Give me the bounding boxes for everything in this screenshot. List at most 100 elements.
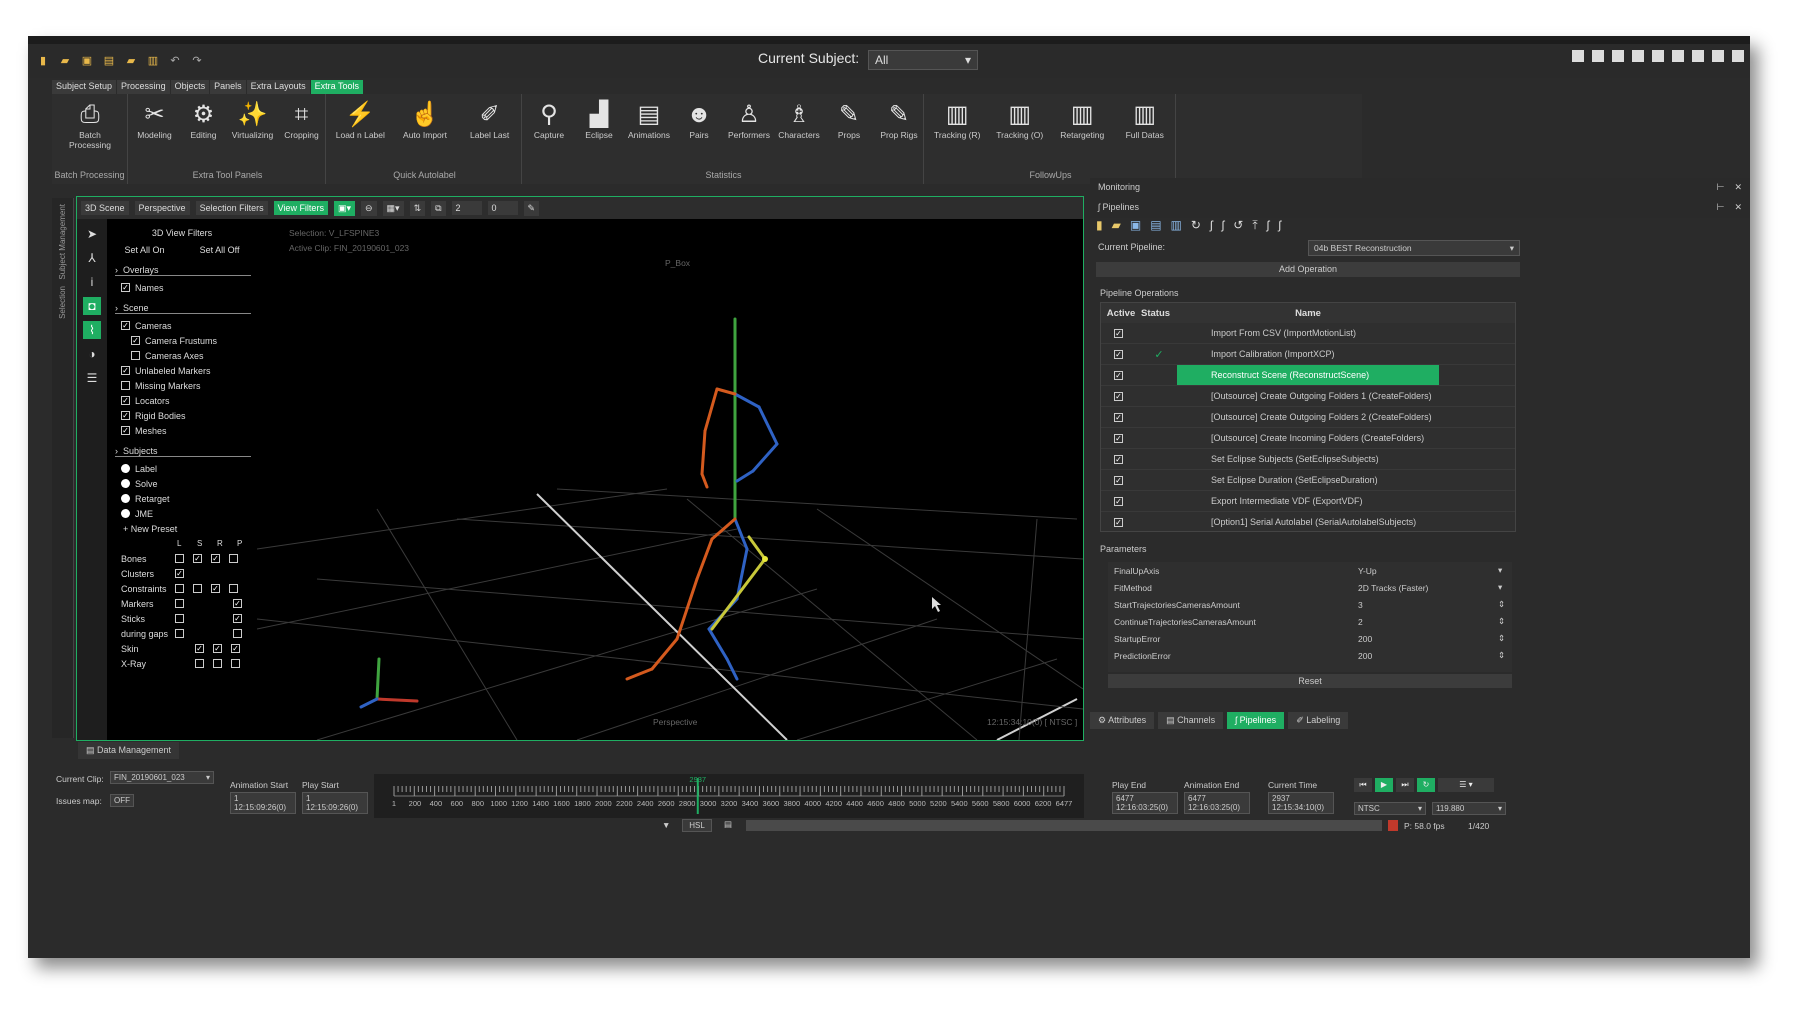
grid-checkbox-l[interactable] [175, 614, 184, 623]
props-button[interactable]: ✎ Props [824, 100, 874, 140]
operation-active-checkbox[interactable]: ✓ [1114, 496, 1123, 506]
view-mode-icon[interactable]: ◘ [83, 297, 101, 315]
save-icon[interactable]: ▣ [80, 54, 94, 68]
render-mode-icon[interactable]: ▣▾ [333, 200, 355, 216]
performers-button[interactable]: ♙ Performers [724, 100, 774, 140]
meshes-checkbox[interactable]: ✓ [121, 426, 130, 435]
retargeting-button[interactable]: ▥ Retargeting [1057, 100, 1107, 140]
grid-checkbox-p[interactable] [229, 554, 238, 563]
tab-extra-layouts[interactable]: Extra Layouts [246, 80, 310, 94]
close-icon[interactable]: ✕ [1734, 182, 1742, 193]
skeleton-subject[interactable] [359, 317, 779, 709]
viewport-3d[interactable]: 3D Scene Perspective Selection Filters V… [76, 196, 1084, 741]
radio-icon[interactable] [121, 464, 130, 473]
rigid-bodies-checkbox[interactable]: ✓ [121, 411, 130, 420]
parameter-value[interactable]: 3 [1358, 600, 1498, 610]
skip-back-icon[interactable]: ⏮ [1354, 778, 1372, 792]
layout-split-icon[interactable] [1652, 50, 1664, 62]
grid-checkbox-p[interactable]: ✓ [233, 614, 242, 623]
layout-quad-icon[interactable] [1592, 50, 1604, 62]
new-pipeline-icon[interactable]: ▮ [1096, 218, 1103, 238]
set-all-off-button[interactable]: Set All Off [200, 245, 240, 255]
scene-canvas[interactable] [257, 219, 1083, 740]
missing-markers-checkbox-row[interactable]: Missing Markers [107, 378, 257, 393]
value-field-2[interactable]: 0 [487, 201, 518, 215]
subject-management-tab[interactable]: Subject Management [58, 204, 67, 280]
virtualizing-button[interactable]: ✨ Virtualizing [228, 100, 278, 140]
open-folder-icon[interactable]: ▰ [58, 54, 72, 68]
current-time-field[interactable]: 2937 12:15:34:10(0) [1268, 792, 1334, 814]
names-checkbox[interactable]: ✓ [121, 283, 130, 292]
layout-custom-icon[interactable] [1712, 50, 1724, 62]
view-filters-button[interactable]: View Filters [273, 201, 328, 215]
parameter-row[interactable]: FitMethod 2D Tracks (Faster) ▾ [1108, 579, 1512, 596]
timecode-standard-select[interactable]: NTSC ▾ [1354, 802, 1426, 815]
selection-tab[interactable]: Selection [58, 286, 67, 319]
missing-markers-checkbox[interactable] [121, 381, 130, 390]
operation-row[interactable]: ✓ Import From CSV (ImportMotionList) [1101, 323, 1515, 344]
redo-icon[interactable]: ↷ [190, 54, 204, 68]
grid-checkbox-l[interactable] [175, 584, 184, 593]
grid-checkbox-s[interactable]: ✓ [195, 644, 204, 653]
tracking-o-button[interactable]: ▥ Tracking (O) [995, 100, 1045, 140]
timeline-ruler-graphic[interactable]: 1 200 400 600 800 1000 1200 1400 1600 1800 2000 220… [374, 774, 1084, 818]
meshes-checkbox-row[interactable]: ✓ Meshes [107, 423, 257, 438]
copy-icon[interactable]: ⧉ [431, 200, 446, 216]
cameras-checkbox[interactable]: ✓ [121, 321, 130, 330]
save-as-pipeline-icon[interactable]: ▤ [1150, 218, 1161, 238]
transform-icon[interactable]: ⅄ [83, 249, 101, 267]
selection-filters-button[interactable]: Selection Filters [195, 201, 268, 215]
locators-checkbox[interactable]: ✓ [121, 396, 130, 405]
operation-row[interactable]: ✓ Set Eclipse Subjects (SetEclipseSubject… [1101, 449, 1515, 470]
info-icon[interactable]: i [83, 273, 101, 291]
open-pipeline-icon[interactable]: ▰ [1112, 218, 1121, 238]
play-icon[interactable]: ▶ [1375, 778, 1393, 792]
parameter-row[interactable]: FinalUpAxis Y-Up ▾ [1108, 562, 1512, 579]
operation-active-checkbox[interactable]: ✓ [1114, 391, 1123, 401]
operation-row[interactable]: ✓ [Outsource] Create Outgoing Folders 2 (… [1101, 407, 1515, 428]
operation-row[interactable]: ✓ [Option1] Serial Autolabel (SerialAutol… [1101, 512, 1515, 531]
operation-active-checkbox[interactable]: ✓ [1114, 433, 1123, 443]
parameter-value[interactable]: 200 [1358, 651, 1498, 661]
operation-active-checkbox[interactable]: ✓ [1114, 328, 1123, 338]
close-icon[interactable]: ✕ [1734, 202, 1742, 213]
pin-icon[interactable]: ✎ [523, 200, 540, 216]
loop-icon[interactable]: ↻ [1417, 778, 1435, 792]
modeling-button[interactable]: ✂ Modeling [130, 100, 180, 140]
tracking-r-button[interactable]: ▥ Tracking (R) [932, 100, 982, 140]
camera-frustums-checkbox[interactable]: ✓ [131, 336, 140, 345]
camera-frustums-checkbox-row[interactable]: ✓ Camera Frustums [107, 333, 257, 348]
chevron-down-icon[interactable]: ▾ [1498, 565, 1502, 576]
current-pipeline-select[interactable]: 04b BEST Reconstruction ▾ [1308, 240, 1520, 256]
locators-checkbox-row[interactable]: ✓ Locators [107, 393, 257, 408]
skip-forward-icon[interactable]: ⏭ [1396, 778, 1414, 792]
run-to-icon[interactable]: ʃ [1278, 218, 1281, 238]
grid-checkbox-r[interactable] [213, 659, 222, 668]
tab-objects[interactable]: Objects [170, 80, 210, 94]
scene-type-select[interactable]: 3D Scene [81, 201, 129, 215]
data-management-tab[interactable]: ▤ Data Management [78, 742, 180, 759]
parameter-value[interactable]: 2 [1358, 617, 1498, 627]
grid-checkbox-l[interactable] [175, 629, 184, 638]
grid-checkbox-l[interactable] [175, 599, 184, 608]
radio-icon[interactable] [121, 509, 130, 518]
grid-checkbox-s[interactable]: ✓ [193, 554, 202, 563]
grid-checkbox-s[interactable] [193, 584, 202, 593]
list-icon[interactable]: ☰ [83, 369, 101, 387]
play-start-field[interactable]: 1 12:15:09:26(0) [302, 792, 368, 814]
parameter-row[interactable]: StartupError 200 ⇕ [1108, 630, 1512, 647]
rigid-bodies-checkbox-row[interactable]: ✓ Rigid Bodies [107, 408, 257, 423]
preset-retarget[interactable]: Retarget [107, 491, 257, 506]
refresh-icon[interactable]: ↻ [1191, 218, 1201, 238]
current-clip-select[interactable]: FIN_20190601_023 ▾ [110, 771, 214, 784]
animation-start-field[interactable]: 1 12:15:09:26(0) [230, 792, 296, 814]
names-checkbox-row[interactable]: ✓ Names [107, 280, 257, 295]
timeline-menu-icon[interactable]: ▼ [662, 820, 670, 830]
tab-pipelines[interactable]: ʃ Pipelines [1227, 712, 1285, 729]
operation-active-checkbox[interactable]: ✓ [1114, 517, 1123, 527]
value-field-1[interactable]: 2 [451, 201, 482, 215]
preset-label[interactable]: Label [107, 461, 257, 476]
export-pipeline-icon[interactable]: ▥ [1171, 218, 1182, 238]
save-pipeline-icon[interactable]: ▣ [1130, 218, 1141, 238]
operation-active-checkbox[interactable]: ✓ [1114, 349, 1123, 359]
